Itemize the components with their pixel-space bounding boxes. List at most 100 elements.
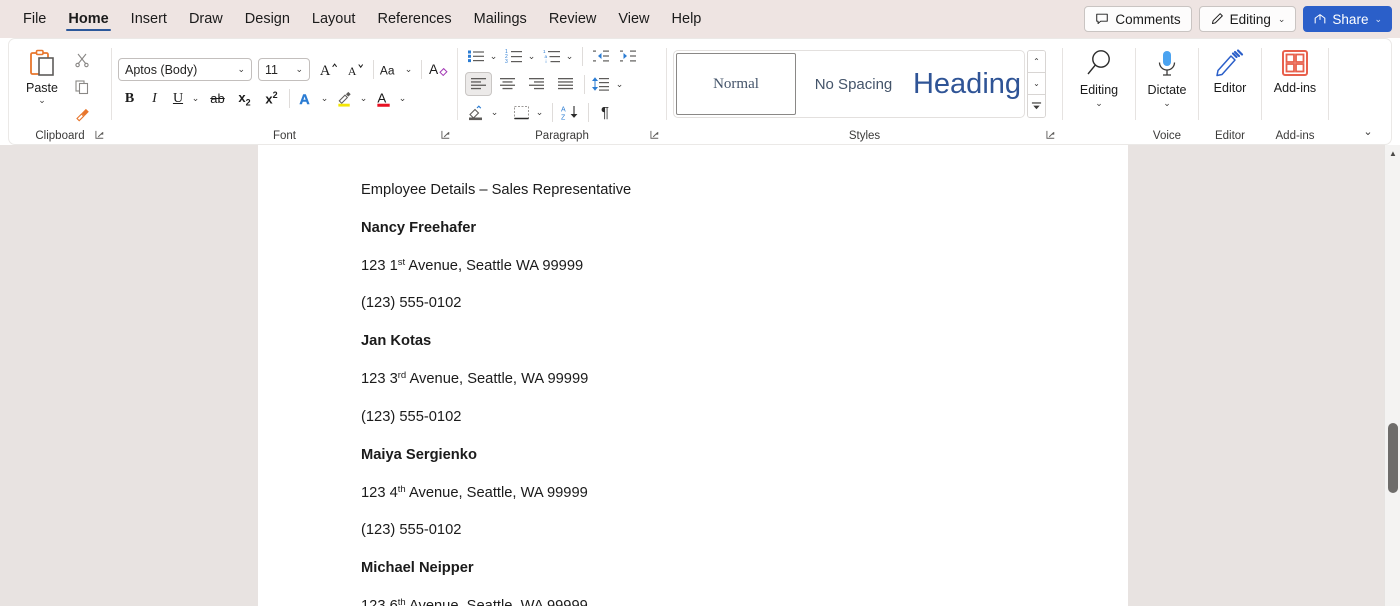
paragraph-divider-2	[584, 74, 585, 94]
tab-mailings[interactable]: Mailings	[463, 0, 538, 38]
shrink-font-button[interactable]: A	[343, 57, 368, 82]
align-left-button[interactable]	[465, 72, 492, 96]
paragraph-group-label: Paragraph	[535, 129, 589, 142]
increase-indent-button[interactable]	[615, 44, 640, 69]
tab-file[interactable]: File	[12, 0, 57, 38]
styles-more-button[interactable]	[1028, 95, 1045, 117]
tab-review[interactable]: Review	[538, 0, 608, 38]
superscript-icon: x2	[265, 90, 278, 107]
tab-references[interactable]: References	[366, 0, 462, 38]
comments-button[interactable]: Comments	[1084, 6, 1192, 32]
svg-text:A: A	[319, 63, 330, 79]
chevron-down-icon: ⌄	[535, 106, 544, 117]
addins-group-body: Add-ins	[1262, 39, 1328, 127]
align-right-button[interactable]	[523, 72, 550, 97]
font-dialog-launcher[interactable]	[441, 130, 453, 142]
document-page[interactable]: Employee Details – Sales Representative …	[258, 145, 1128, 606]
text-effects-button[interactable]: A ⌄	[295, 86, 332, 111]
scroll-up-button[interactable]: ▲	[1385, 145, 1400, 162]
font-divider-2	[421, 60, 422, 79]
share-icon	[1313, 12, 1327, 26]
tab-view[interactable]: View	[607, 0, 660, 38]
italic-icon: I	[152, 90, 157, 106]
font-color-button[interactable]: A ⌄	[373, 86, 410, 111]
font-size-combo[interactable]: 11 ⌄	[258, 58, 310, 81]
scrollbar-thumb[interactable]	[1388, 423, 1398, 493]
highlight-color-button[interactable]: ⌄	[334, 86, 371, 111]
ribbon-group-clipboard: Paste ⌄ Clipboard	[9, 39, 111, 144]
dictate-button[interactable]: Dictate ⌄	[1136, 41, 1198, 127]
copy-button[interactable]	[69, 75, 95, 99]
font-name-combo[interactable]: Aptos (Body) ⌄	[118, 58, 252, 81]
style-heading-1[interactable]: Heading	[911, 53, 1023, 115]
tab-view-label: View	[618, 11, 650, 27]
copy-icon	[74, 79, 90, 95]
svg-text:A: A	[561, 106, 566, 113]
numbering-button[interactable]: 123 ⌄	[503, 44, 539, 69]
subscript-button[interactable]: x2	[232, 86, 257, 111]
italic-button[interactable]: I	[143, 86, 166, 111]
strikethrough-button[interactable]: ab	[205, 86, 230, 111]
styles-dialog-launcher[interactable]	[1046, 130, 1058, 142]
bullets-button[interactable]: ⌄	[465, 44, 501, 69]
format-painter-button[interactable]	[69, 102, 95, 126]
paragraph-employee-name: Nancy Freehafer	[361, 219, 477, 236]
paragraph-row-3: ⌄ ⌄ AZ ¶	[465, 100, 666, 125]
tab-mailings-label: Mailings	[473, 11, 527, 27]
show-formatting-marks-button[interactable]: ¶	[594, 100, 616, 125]
underline-button[interactable]: U ⌄	[168, 86, 203, 111]
clipboard-dialog-launcher[interactable]	[95, 130, 107, 142]
paragraph-dialog-launcher[interactable]	[650, 130, 662, 142]
share-button[interactable]: Share ⌄	[1303, 6, 1392, 32]
svg-text:A: A	[347, 64, 356, 78]
chevron-down-icon: ⌄	[565, 50, 574, 61]
word-window: File Home Insert Draw Design Layout Refe…	[0, 0, 1400, 606]
collapse-ribbon-button[interactable]: ⌄	[1357, 122, 1379, 140]
line-spacing-button[interactable]: ⌄	[590, 72, 627, 97]
multilevel-list-button[interactable]: 1ai ⌄	[541, 44, 577, 69]
addins-button[interactable]: Add-ins	[1262, 41, 1328, 127]
decrease-indent-button[interactable]	[588, 44, 613, 69]
paste-button[interactable]: Paste ⌄	[17, 43, 67, 105]
clear-formatting-button[interactable]: A	[427, 57, 452, 82]
chevron-down-icon: ⌄	[1033, 79, 1040, 88]
editor-button[interactable]: Editor	[1199, 41, 1261, 127]
clipboard-mini-buttons	[69, 43, 95, 126]
strikethrough-icon: ab	[210, 91, 225, 106]
cut-button[interactable]	[69, 48, 95, 72]
ribbon-group-addins: Add-ins Add-ins	[1262, 39, 1328, 144]
clipboard-group-body: Paste ⌄	[9, 39, 111, 127]
triangle-up-icon: ▲	[1389, 149, 1397, 158]
styles-scroll-down-button[interactable]: ⌄	[1028, 73, 1045, 95]
tab-design[interactable]: Design	[234, 0, 301, 38]
tab-insert[interactable]: Insert	[120, 0, 178, 38]
style-normal[interactable]: Normal	[676, 53, 796, 115]
voice-group-label: Voice	[1152, 129, 1182, 142]
document-text-body[interactable]: Employee Details – Sales Representative …	[361, 181, 1088, 606]
shading-icon	[465, 100, 487, 125]
change-case-button[interactable]: Aa ⌄	[379, 57, 416, 82]
superscript-button[interactable]: x2	[259, 86, 284, 111]
grow-font-button[interactable]: A	[316, 57, 341, 82]
tab-help[interactable]: Help	[661, 0, 713, 38]
chevron-down-icon: ⌄	[1277, 13, 1286, 24]
editing-mode-button[interactable]: Editing ⌄	[1198, 6, 1297, 32]
styles-group-body: Normal No Spacing Heading ⌃ ⌄	[667, 39, 1062, 127]
bold-button[interactable]: B	[118, 86, 141, 111]
styles-scroll-up-button[interactable]: ⌃	[1028, 51, 1045, 73]
paragraph-employee-name: Michael Neipper	[361, 560, 474, 577]
tab-home[interactable]: Home	[57, 0, 119, 38]
vertical-scrollbar[interactable]: ▲	[1384, 145, 1400, 606]
justify-button[interactable]	[552, 72, 579, 97]
borders-button[interactable]: ⌄	[510, 100, 547, 125]
style-no-spacing[interactable]: No Spacing	[796, 53, 911, 115]
align-center-button[interactable]	[494, 72, 521, 97]
tab-layout[interactable]: Layout	[301, 0, 367, 38]
editing-button[interactable]: Editing ⌄	[1063, 41, 1135, 127]
sort-button[interactable]: AZ	[558, 100, 583, 125]
paragraph-address: 123 1st Avenue, Seattle WA 99999	[361, 257, 1088, 276]
editor-pen-icon	[1214, 48, 1246, 78]
tab-draw[interactable]: Draw	[178, 0, 234, 38]
shading-button[interactable]: ⌄	[465, 100, 502, 125]
svg-text:Z: Z	[561, 114, 566, 121]
